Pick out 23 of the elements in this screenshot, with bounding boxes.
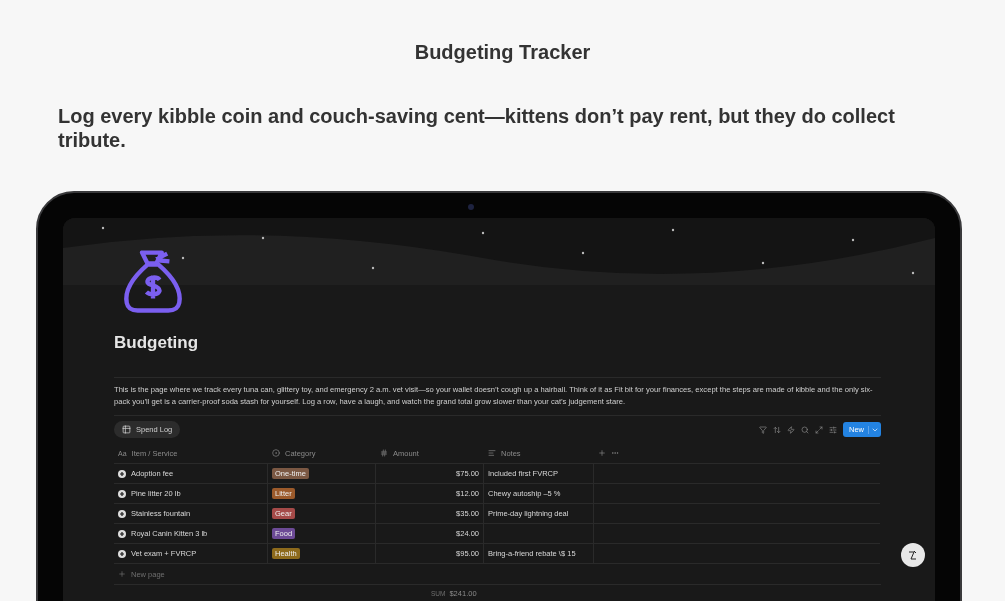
subtitle: Log every kibble coin and couch-saving cent—kittens don’t pay rent, but they do collect tribute. xyxy=(58,104,896,152)
plus-icon xyxy=(118,570,126,578)
select-icon xyxy=(272,449,280,457)
lightning-icon[interactable] xyxy=(787,425,795,434)
camera-icon xyxy=(468,204,474,210)
page-icon xyxy=(118,509,126,518)
add-column-icon[interactable] xyxy=(598,449,606,457)
page-heading: Budgeting xyxy=(114,333,200,353)
page-icon xyxy=(118,549,126,558)
settings-icon[interactable] xyxy=(829,425,837,434)
more-icon[interactable] xyxy=(611,449,619,457)
table-icon xyxy=(122,425,131,434)
text-lines-icon xyxy=(488,449,496,457)
help-button[interactable] xyxy=(901,543,925,567)
search-icon[interactable] xyxy=(801,425,809,434)
page-icon xyxy=(118,529,126,538)
sort-icon[interactable] xyxy=(773,425,781,434)
page-title: Budgeting Tracker xyxy=(413,41,592,64)
filter-icon[interactable] xyxy=(759,425,767,434)
expand-icon[interactable] xyxy=(815,425,823,434)
number-icon xyxy=(380,449,388,457)
page-icon xyxy=(118,489,126,498)
page-icon xyxy=(118,469,126,478)
